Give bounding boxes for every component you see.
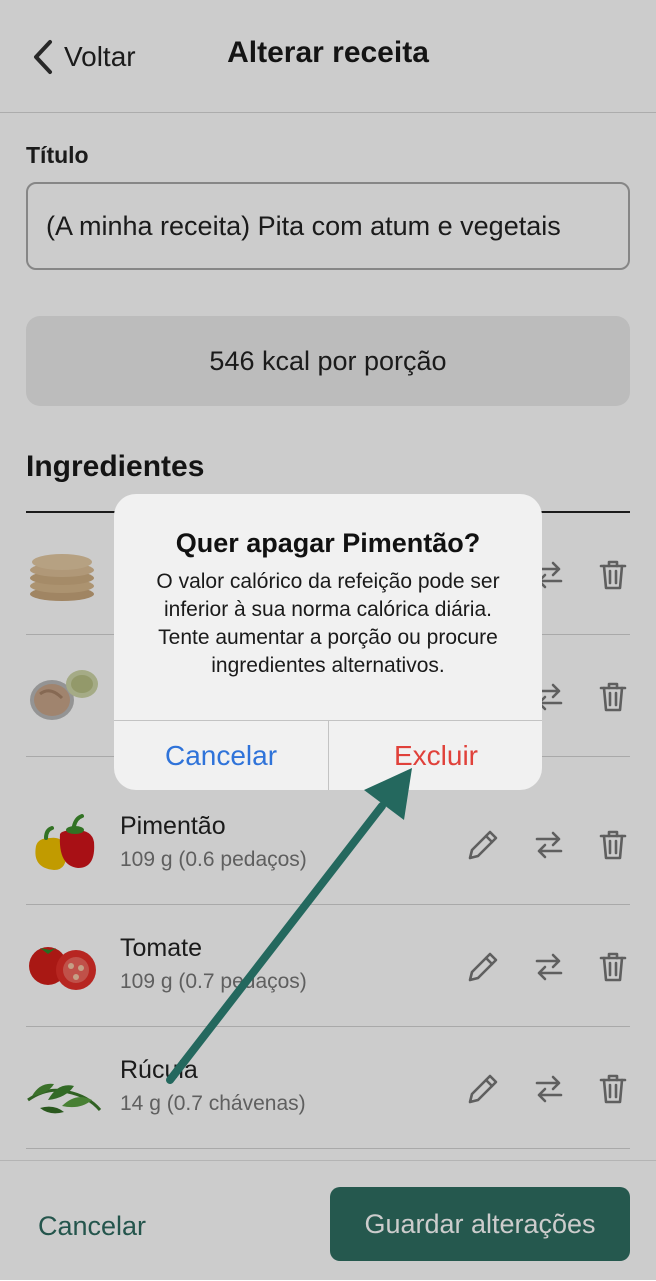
dialog-cancel-button[interactable]: Cancelar	[114, 721, 328, 790]
dialog-delete-button[interactable]: Excluir	[329, 721, 542, 790]
dialog-title: Quer apagar Pimentão?	[175, 528, 481, 558]
delete-confirm-dialog: Quer apagar Pimentão? O valor calórico d…	[114, 494, 542, 790]
dialog-message: O valor calórico da refeição pode ser in…	[156, 570, 500, 677]
